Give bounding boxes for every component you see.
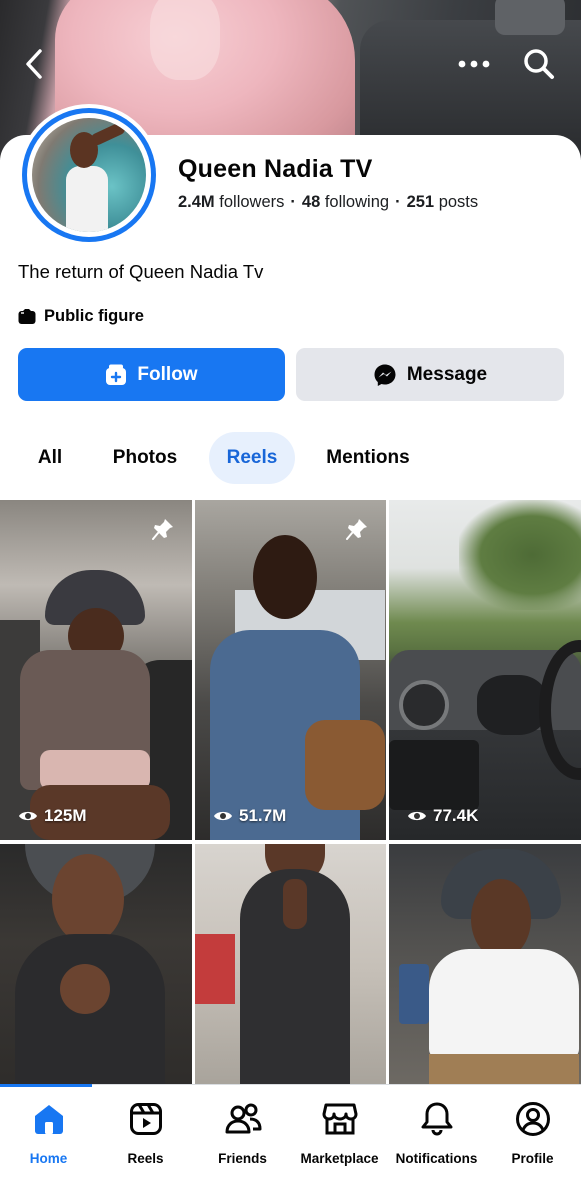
eye-icon — [408, 811, 426, 821]
follow-label: Follow — [137, 363, 198, 385]
posts-count: 251 — [406, 193, 435, 211]
tab-all[interactable]: All — [20, 432, 80, 484]
message-label: Message — [406, 363, 488, 385]
reel-tile[interactable]: 51.7M — [195, 500, 386, 840]
reel-tile[interactable]: 77.4K — [389, 500, 581, 840]
profile-tabs: All Photos Reels Mentions — [0, 430, 581, 486]
friends-icon — [225, 1103, 261, 1134]
following-label[interactable]: following — [325, 193, 389, 211]
reel-views: 77.4K — [407, 806, 478, 826]
message-button[interactable]: Message — [296, 348, 564, 401]
category-icon — [18, 308, 36, 324]
reel-tile[interactable] — [0, 844, 192, 1090]
tab-photos[interactable]: Photos — [100, 432, 190, 484]
search-icon — [524, 49, 554, 79]
nav-reels[interactable]: Reels — [97, 1097, 194, 1166]
reel-tile[interactable]: 125M — [0, 500, 192, 840]
nav-home[interactable]: Home — [0, 1097, 97, 1166]
active-nav-indicator — [0, 1084, 92, 1087]
reels-grid: 125M 51.7M 77.4K — [0, 500, 581, 1090]
profile-name: Queen Nadia TV — [178, 155, 373, 183]
search-button[interactable] — [519, 44, 559, 84]
nav-profile[interactable]: Profile — [484, 1097, 581, 1166]
follow-icon — [106, 364, 127, 385]
reel-tile[interactable] — [195, 844, 386, 1090]
reel-views: 51.7M — [213, 806, 286, 826]
messenger-icon — [374, 364, 396, 386]
eye-icon — [19, 811, 37, 821]
bell-icon — [421, 1102, 452, 1136]
home-icon — [34, 1105, 63, 1134]
more-dots-icon — [458, 60, 490, 68]
follow-button[interactable]: Follow — [18, 348, 285, 401]
profile-stats: 2.4M followers · 48 following · 251 posts — [178, 193, 479, 211]
marketplace-icon — [322, 1103, 357, 1135]
profile-avatar[interactable] — [18, 104, 160, 246]
reels-icon — [129, 1103, 162, 1135]
profile-icon — [515, 1102, 550, 1136]
nav-notifications[interactable]: Notifications — [388, 1097, 485, 1166]
category-label: Public figure — [44, 307, 144, 325]
reel-tile[interactable] — [389, 844, 581, 1090]
back-button[interactable] — [14, 44, 54, 84]
pinned-icon — [346, 518, 368, 545]
tab-mentions[interactable]: Mentions — [312, 432, 424, 484]
profile-bio: The return of Queen Nadia Tv — [18, 261, 264, 282]
nav-marketplace[interactable]: Marketplace — [291, 1097, 388, 1166]
following-count[interactable]: 48 — [302, 193, 320, 211]
followers-label[interactable]: followers — [219, 193, 284, 211]
profile-category: Public figure — [18, 307, 144, 326]
back-arrow-icon — [26, 49, 42, 79]
pinned-icon — [152, 518, 174, 545]
reel-views: 125M — [18, 806, 87, 826]
followers-count[interactable]: 2.4M — [178, 193, 215, 211]
tab-reels[interactable]: Reels — [209, 432, 295, 484]
nav-friends[interactable]: Friends — [194, 1097, 291, 1166]
posts-label: posts — [438, 193, 479, 211]
eye-icon — [214, 811, 232, 821]
bottom-nav: Home Reels Friends Marketplace Notificat… — [0, 1084, 581, 1200]
more-options-button[interactable] — [454, 44, 494, 84]
